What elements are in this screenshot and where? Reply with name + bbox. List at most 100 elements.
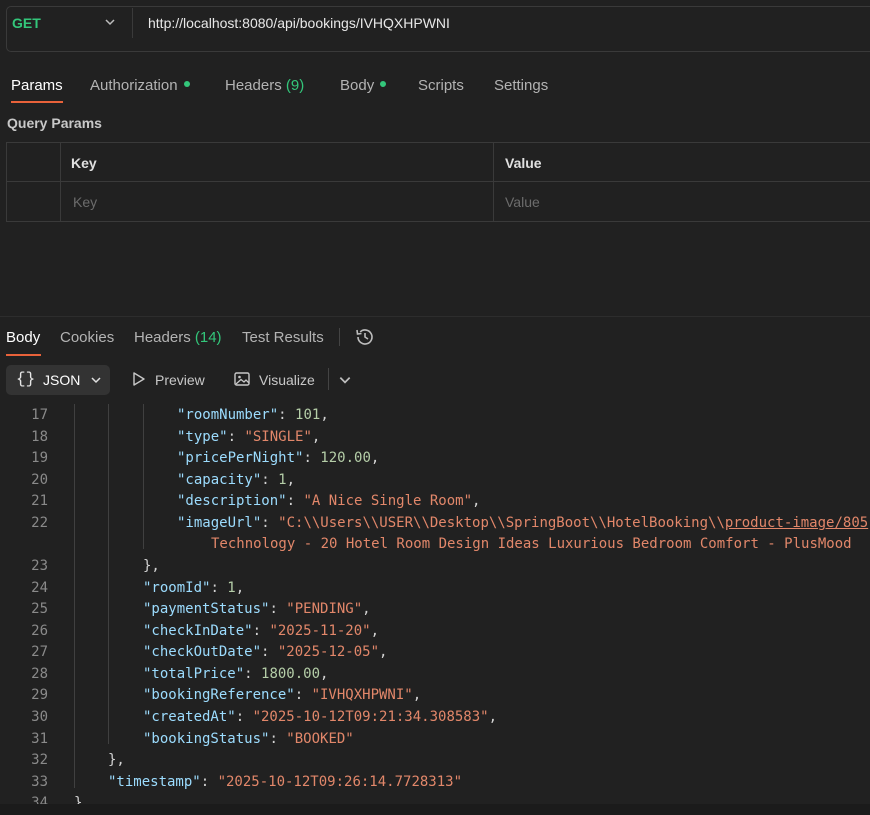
code-line: "timestamp": "2025-10-12T09:26:14.772831…: [108, 774, 463, 790]
tab-settings[interactable]: Settings: [494, 77, 548, 94]
json-value: "2025-10-12T09:26:14.7728313": [217, 774, 463, 790]
tab-authorization-label: Authorization: [90, 77, 178, 94]
code-line: "type": "SINGLE",: [177, 429, 321, 445]
query-params-title: Query Params: [7, 115, 102, 131]
response-body-viewer[interactable]: 17 18 19 20 21 22 23 24 25 26 27 28 29 3…: [0, 404, 870, 804]
headers-count: (9): [285, 77, 305, 94]
tab-scripts[interactable]: Scripts: [418, 77, 464, 94]
json-value: 101: [295, 407, 321, 423]
visualize-button[interactable]: Visualize: [259, 372, 315, 388]
braces-icon: {}: [16, 370, 36, 388]
json-key: "pricePerNight": [177, 450, 304, 466]
code-line: "totalPrice": 1800.00,: [143, 666, 329, 682]
tab-params[interactable]: Params: [11, 77, 63, 94]
chevron-down-icon[interactable]: [104, 16, 116, 28]
json-value: 1800.00: [261, 666, 321, 682]
code-line-wrapped: Technology - 20 Hotel Room Design Ideas …: [211, 536, 852, 552]
code-line: "checkOutDate": "2025-12-05",: [143, 644, 388, 660]
code-line: "paymentStatus": "PENDING",: [143, 601, 371, 617]
json-key: "paymentStatus": [143, 601, 270, 617]
code-line: "createdAt": "2025-10-12T09:21:34.308583…: [143, 709, 498, 725]
active-tab-indicator: [11, 101, 63, 103]
json-key: "roomNumber": [177, 407, 279, 423]
line-number: 24: [31, 580, 48, 596]
json-value: "C:\\Users\\USER\\Desktop\\SpringBoot\\H…: [278, 515, 725, 531]
format-label: JSON: [43, 372, 81, 388]
json-key: "createdAt": [143, 709, 236, 725]
method-select[interactable]: GET: [12, 15, 41, 31]
json-value: Technology - 20 Hotel Room Design Ideas …: [211, 536, 852, 552]
history-icon[interactable]: [354, 326, 376, 348]
json-key: "bookingStatus": [143, 731, 270, 747]
param-value-input[interactable]: Value: [505, 194, 540, 210]
code-line: "description": "A Nice Single Room",: [177, 493, 481, 509]
json-value: "2025-10-12T09:21:34.308583": [252, 709, 489, 725]
json-value: "IVHQXHPWNI": [311, 687, 413, 703]
json-key: "checkOutDate": [143, 644, 262, 660]
response-tab-body[interactable]: Body: [6, 329, 40, 346]
url-input[interactable]: http://localhost:8080/api/bookings/IVHQX…: [148, 15, 450, 31]
json-key: "checkInDate": [143, 623, 253, 639]
line-number: 19: [31, 450, 48, 466]
line-number: 21: [31, 493, 48, 509]
code-line: "roomNumber": 101,: [177, 407, 329, 423]
json-value: 1: [278, 472, 287, 488]
param-key-input[interactable]: Key: [73, 194, 97, 210]
preview-button[interactable]: Preview: [155, 372, 205, 388]
indent-guide: [108, 404, 109, 744]
status-bar: [0, 804, 870, 815]
status-dot-icon: [183, 81, 190, 88]
json-key: "roomId": [143, 580, 211, 596]
json-key: "capacity": [177, 472, 262, 488]
code-line: "bookingStatus": "BOOKED": [143, 731, 354, 747]
line-number: 17: [31, 407, 48, 423]
table-divider: [493, 143, 494, 221]
json-value: 1: [227, 580, 236, 596]
json-link[interactable]: product-image/805: [725, 515, 868, 531]
line-number: 23: [31, 558, 48, 574]
response-tab-headers[interactable]: Headers (14): [134, 329, 222, 346]
line-number: 18: [31, 429, 48, 445]
json-key: "totalPrice": [143, 666, 245, 682]
line-number: 26: [31, 623, 48, 639]
line-number: 34: [31, 795, 48, 804]
line-number: 32: [31, 752, 48, 768]
json-value: "2025-12-05": [277, 644, 380, 660]
status-dot-icon: [380, 81, 387, 88]
line-number: 27: [31, 644, 48, 660]
format-select[interactable]: {} JSON: [6, 365, 110, 395]
line-number: 31: [31, 731, 48, 747]
url-divider: [132, 8, 133, 38]
json-key: "description": [177, 493, 287, 509]
table-divider: [60, 143, 61, 221]
code-line: }: [74, 795, 83, 804]
tab-authorization[interactable]: Authorization: [90, 77, 190, 94]
json-key: "bookingReference": [143, 687, 295, 703]
json-value: 120.00: [320, 450, 371, 466]
json-key: "timestamp": [108, 774, 201, 790]
line-number: 30: [31, 709, 48, 725]
tab-body[interactable]: Body: [340, 77, 387, 94]
response-tab-cookies[interactable]: Cookies: [60, 329, 114, 346]
image-icon[interactable]: [233, 370, 251, 388]
column-header-key: Key: [71, 155, 97, 171]
line-number: 28: [31, 666, 48, 682]
response-tab-test-results[interactable]: Test Results: [242, 329, 324, 346]
tab-body-label: Body: [340, 77, 375, 94]
response-divider: [0, 316, 870, 317]
play-icon[interactable]: [130, 370, 148, 388]
column-header-value: Value: [505, 155, 542, 171]
line-number: 20: [31, 472, 48, 488]
table-divider: [7, 181, 870, 182]
response-headers-count: (14): [194, 329, 222, 346]
code-line: },: [108, 752, 125, 768]
code-line: "pricePerNight": 120.00,: [177, 450, 380, 466]
json-value: "BOOKED": [286, 731, 354, 747]
tab-headers[interactable]: Headers (9): [225, 77, 304, 94]
json-value: "2025-11-20": [269, 623, 371, 639]
chevron-down-icon[interactable]: [338, 373, 352, 387]
toolbar-separator: [328, 368, 329, 390]
code-line: },: [143, 558, 160, 574]
json-value: "SINGLE": [244, 429, 312, 445]
indent-guide: [143, 404, 144, 549]
